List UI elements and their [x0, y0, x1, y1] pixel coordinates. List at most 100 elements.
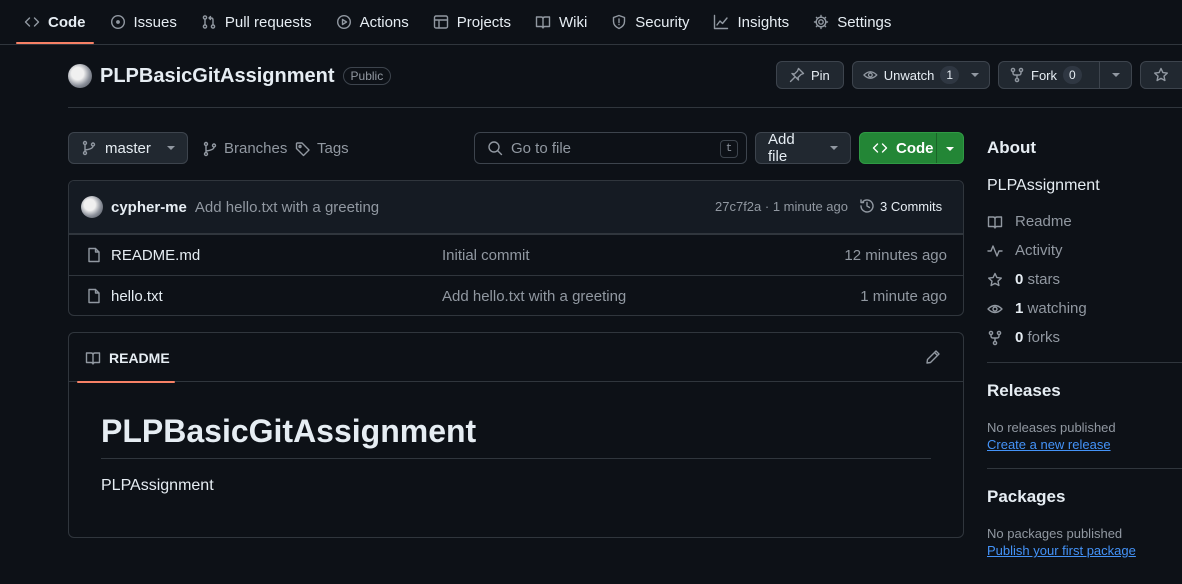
file-name[interactable]: README.md	[111, 247, 200, 264]
search-icon	[488, 141, 503, 156]
owner-avatar[interactable]	[68, 64, 92, 88]
repo-nav: Code Issues Pull requests Actions Projec…	[0, 0, 1182, 45]
shortcut-key: t	[720, 140, 738, 158]
commits-count: 3 Commits	[880, 198, 943, 214]
tab-projects[interactable]: Projects	[425, 0, 519, 44]
pencil-icon[interactable]	[925, 349, 941, 365]
readme-link-label: Readme	[1015, 213, 1072, 230]
commits-link[interactable]: 3 Commits	[859, 198, 942, 214]
active-tab-underline	[77, 381, 175, 383]
tab-issues[interactable]: Issues	[102, 0, 185, 44]
fork-icon	[988, 330, 1002, 345]
file-commit-message[interactable]: Initial commit	[442, 247, 530, 264]
stars-link[interactable]: 0 stars	[987, 265, 1182, 294]
unwatch-label: Unwatch	[883, 67, 935, 83]
tab-pull-requests-label: Pull requests	[224, 13, 312, 31]
chevron-down-icon	[166, 146, 175, 150]
stars-count: 0	[1015, 271, 1024, 288]
tags-link[interactable]: Tags	[295, 140, 349, 157]
eye-icon	[863, 71, 878, 79]
readme-link[interactable]: Readme	[987, 207, 1182, 236]
tab-wiki[interactable]: Wiki	[527, 0, 595, 44]
author-avatar[interactable]	[81, 196, 103, 218]
table-icon	[433, 15, 448, 29]
chevron-down-icon	[946, 147, 954, 151]
branch-name: master	[105, 139, 151, 157]
fork-icon	[1010, 67, 1024, 83]
branches-label: Branches	[224, 140, 288, 157]
activity-link[interactable]: Activity	[987, 236, 1182, 265]
tab-settings[interactable]: Settings	[805, 0, 899, 44]
commit-author[interactable]: cypher-me	[111, 199, 187, 216]
file-icon	[88, 247, 100, 263]
eye-icon	[987, 304, 1003, 313]
unwatch-button[interactable]: Unwatch 1	[852, 61, 990, 89]
tab-actions-label: Actions	[359, 13, 409, 31]
packages-title[interactable]: Packages	[987, 487, 1182, 507]
issue-icon	[110, 14, 125, 30]
add-file-button[interactable]: Add file	[755, 131, 851, 165]
watching-label: watching	[1027, 300, 1087, 317]
pin-button[interactable]: Pin	[776, 61, 844, 89]
publish-package-link[interactable]: Publish your first package	[987, 543, 1182, 558]
go-to-file-search[interactable]: t	[474, 132, 747, 164]
branches-link[interactable]: Branches	[202, 140, 287, 157]
watch-count: 1	[940, 66, 959, 84]
chevron-down-icon	[971, 73, 979, 77]
tab-security[interactable]: Security	[603, 0, 697, 44]
forks-label: forks	[1027, 329, 1061, 346]
branch-selector[interactable]: master	[68, 132, 188, 164]
chevron-down-icon	[1111, 73, 1120, 77]
branch-icon	[82, 140, 96, 156]
about-title: About	[987, 138, 1037, 157]
code-button-label: Code	[896, 139, 934, 157]
file-name[interactable]: hello.txt	[111, 288, 163, 305]
pull-request-icon	[202, 15, 216, 29]
add-file-label: Add file	[768, 131, 795, 165]
file-browser: cypher-me Add hello.txt with a greeting …	[68, 180, 964, 316]
tab-insights[interactable]: Insights	[705, 0, 797, 44]
file-commit-message[interactable]: Add hello.txt with a greeting	[442, 288, 626, 305]
pin-icon	[789, 67, 805, 83]
file-commit-time: 12 minutes ago	[844, 246, 947, 264]
fork-button[interactable]: Fork 0	[998, 61, 1100, 89]
about-sidebar: About PLPAssignment Readme Activity 0 st…	[987, 130, 1182, 558]
watching-count: 1	[1015, 300, 1024, 317]
forks-count: 0	[1015, 329, 1024, 346]
fork-menu-button[interactable]	[1099, 61, 1132, 89]
file-row[interactable]: README.md Initial commit 12 minutes ago	[69, 234, 963, 275]
search-input[interactable]	[511, 139, 701, 157]
star-button[interactable]	[1140, 61, 1182, 89]
commit-hash-time[interactable]: 27c7f2a · 1 minute ago	[715, 199, 848, 214]
readme-panel: README PLPBasicGitAssignment PLPAssignme…	[68, 332, 964, 538]
releases-empty: No releases published	[987, 420, 1116, 435]
star-icon	[988, 272, 1002, 286]
repo-name[interactable]: PLPBasicGitAssignment	[100, 65, 335, 88]
repo-header: PLPBasicGitAssignment Public Pin Unwatch…	[68, 60, 1182, 108]
shield-icon	[613, 14, 626, 30]
tab-pull-requests[interactable]: Pull requests	[193, 0, 320, 44]
history-icon	[860, 199, 874, 213]
tab-security-label: Security	[635, 13, 690, 31]
forks-link[interactable]: 0 forks	[987, 323, 1182, 352]
commit-message[interactable]: Add hello.txt with a greeting	[195, 199, 379, 216]
readme-tab-label: README	[109, 349, 170, 366]
watching-link[interactable]: 1 watching	[987, 294, 1182, 323]
tab-code[interactable]: Code	[16, 0, 94, 44]
readme-heading: PLPBasicGitAssignment	[101, 413, 931, 459]
file-icon	[88, 288, 100, 304]
latest-commit-bar: cypher-me Add hello.txt with a greeting …	[69, 181, 963, 234]
code-button[interactable]: Code	[859, 132, 964, 164]
stars-label: stars	[1027, 271, 1061, 288]
pin-label: Pin	[811, 67, 830, 83]
tab-actions[interactable]: Actions	[328, 0, 417, 44]
pulse-icon	[987, 244, 1003, 257]
file-row[interactable]: hello.txt Add hello.txt with a greeting …	[69, 275, 963, 315]
readme-tab[interactable]: README	[77, 333, 175, 383]
readme-content: PLPBasicGitAssignment PLPAssignment	[101, 413, 931, 495]
create-release-link[interactable]: Create a new release	[987, 437, 1182, 452]
code-icon	[872, 143, 888, 153]
repo-description: PLPAssignment	[987, 177, 1100, 194]
releases-title[interactable]: Releases	[987, 381, 1182, 401]
readme-header: README	[69, 333, 963, 383]
